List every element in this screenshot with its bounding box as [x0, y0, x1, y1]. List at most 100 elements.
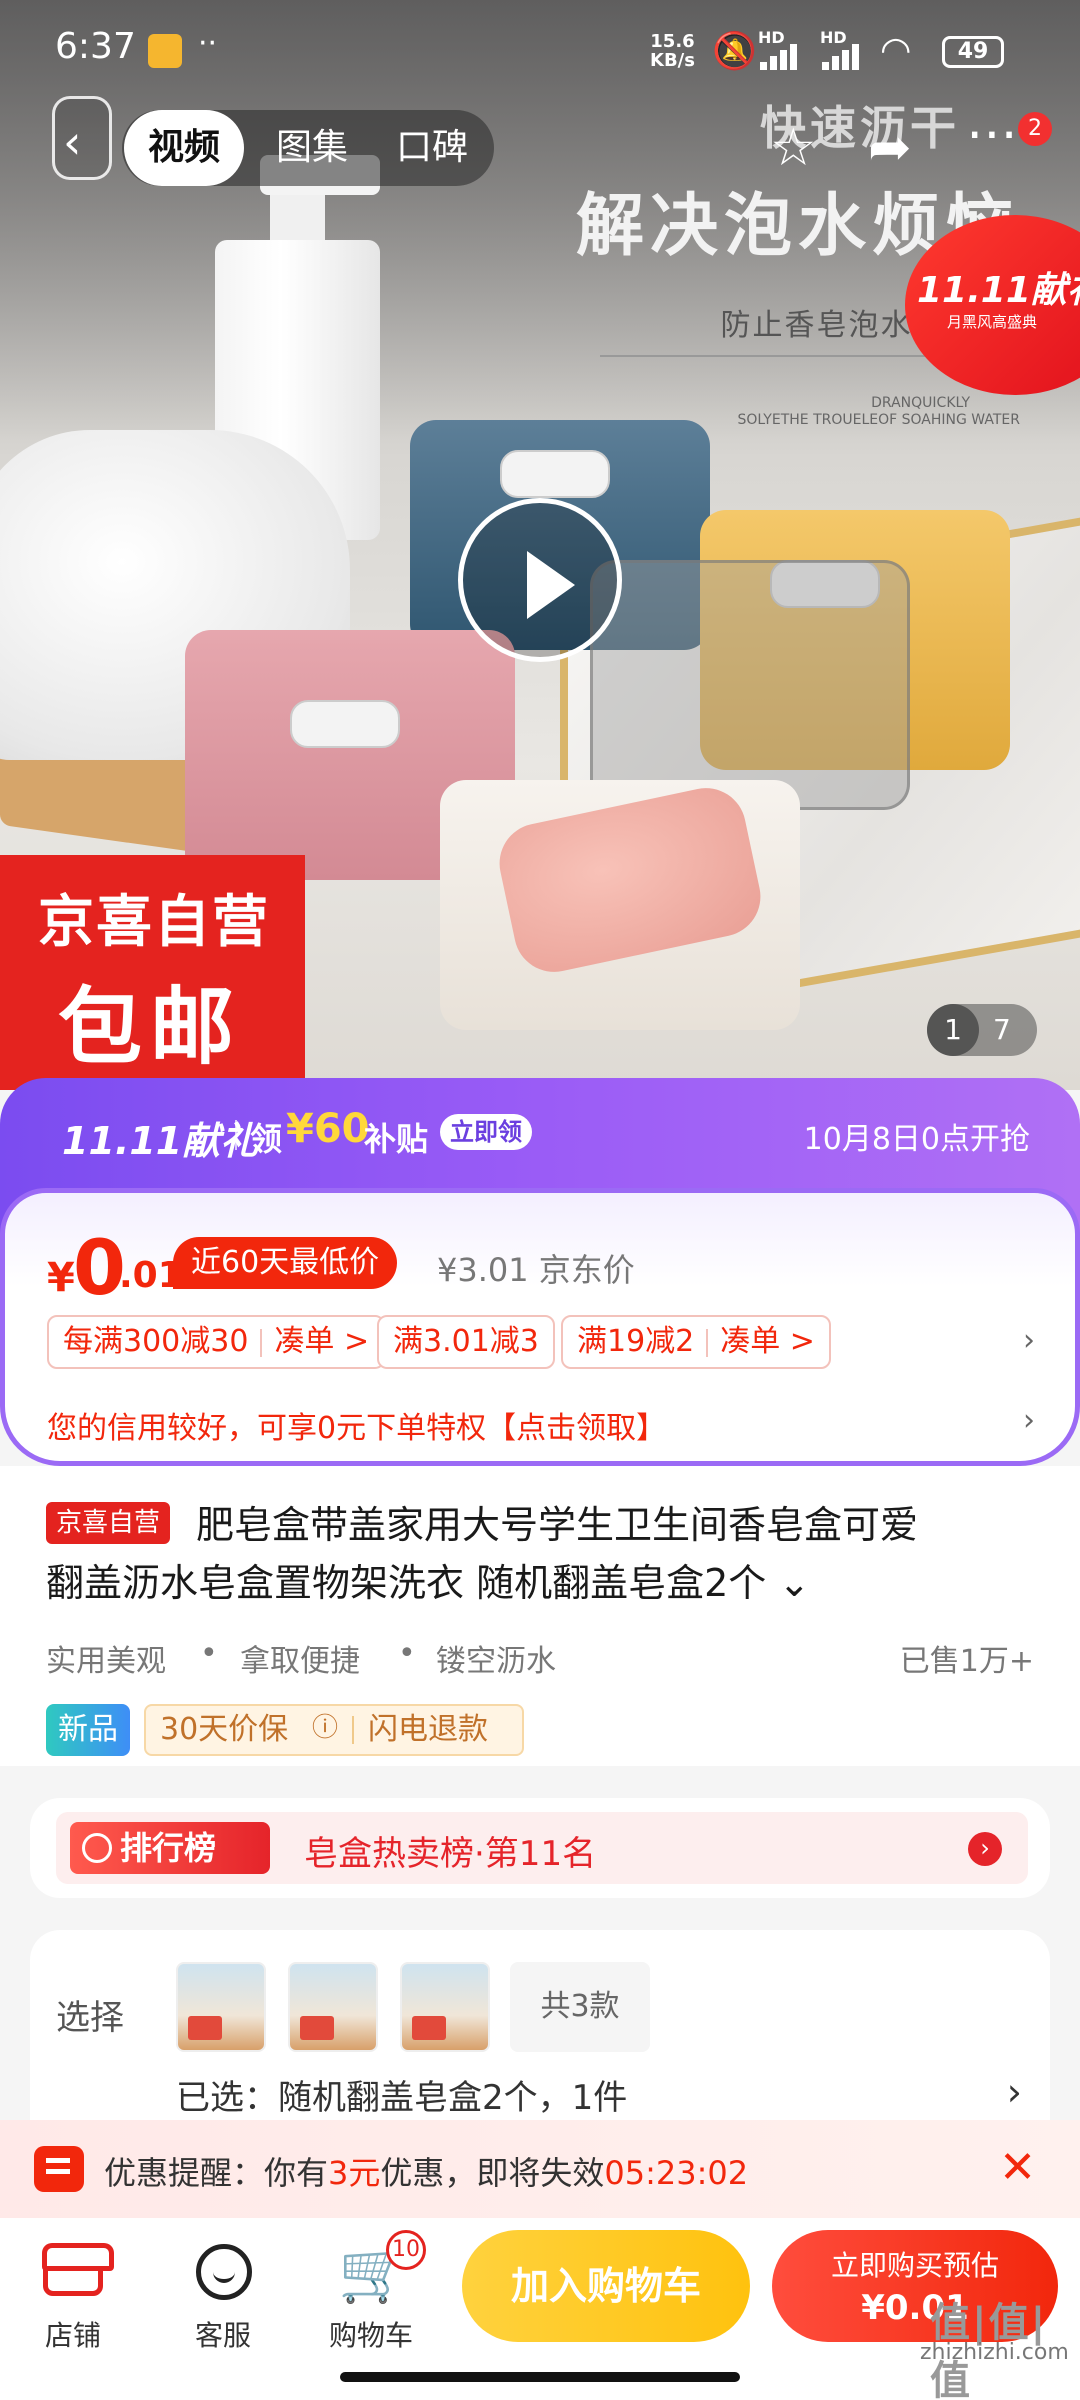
ranking-badge-label: 排行榜	[120, 1829, 217, 1867]
chevron-right-icon[interactable]: ›	[1007, 2070, 1022, 2114]
battery-indicator: 49	[942, 36, 1004, 68]
network-speed: 15.6 KB/s	[650, 32, 695, 70]
notification-app-icon	[148, 34, 182, 68]
product-title-line2[interactable]: 翻盖沥水皂盒置物架洗衣 随机翻盖皂盒2个 ⌄	[46, 1552, 810, 1607]
claim-subsidy-button[interactable]: 立即领	[440, 1114, 532, 1150]
promo-start-time: 10月8日0点开抢	[803, 1122, 1030, 1157]
selected-variant: 已选：随机翻盖皂盒2个，1件	[176, 2078, 628, 2118]
wifi-icon: ◠	[880, 30, 912, 71]
network-speed-value: 15.6	[650, 31, 695, 52]
store-label: 店铺	[44, 2319, 101, 2352]
close-icon[interactable]: ✕	[999, 2142, 1036, 2193]
image-counter: 1 7	[927, 1004, 1037, 1056]
home-indicator[interactable]	[340, 2372, 740, 2382]
feature-dot: •	[398, 1636, 416, 1671]
ranking-text: 皂盒热卖榜·第11名	[304, 1834, 597, 1874]
soap-box-label	[290, 700, 400, 748]
signal-strength-icon	[760, 44, 804, 70]
play-video-button[interactable]	[458, 498, 622, 662]
lowest-price-tag: 近60天最低价	[173, 1237, 398, 1289]
badge-line2: 包邮	[58, 978, 243, 1076]
tab-gallery[interactable]: 图集	[257, 110, 367, 186]
coupon-text: 每满300减30	[63, 1324, 249, 1359]
customer-service-label: 客服	[194, 2319, 251, 2352]
price-protection-label: 30天价保	[160, 1712, 289, 1747]
customer-service-button[interactable]: 客服	[168, 2234, 278, 2354]
jd-reference-price: ¥3.01 京东价	[437, 1251, 635, 1289]
service-guarantees[interactable]: 30天价保 ⓘ 闪电退款	[144, 1704, 524, 1756]
promo-lead: 领	[250, 1120, 283, 1158]
tab-video[interactable]: 视频	[124, 110, 244, 186]
sales-count: 已售1万+	[899, 1644, 1034, 1679]
customer-service-icon	[196, 2244, 252, 2300]
variant-total-count: 共3款	[510, 1962, 650, 2052]
add-to-cart-button[interactable]: 加入购物车	[462, 2230, 750, 2342]
ranking-badge: 排行榜	[70, 1822, 270, 1874]
more-notifications-icon: ··	[198, 26, 218, 61]
price-integer: 0	[73, 1223, 126, 1312]
image-index: 1	[927, 1004, 979, 1056]
promo-event-name: 11.11献礼	[62, 1119, 259, 1163]
coupon-chip[interactable]: 满19减2 凑单 >	[561, 1315, 831, 1369]
reminder-amount: 3元	[328, 2154, 381, 2192]
product-title-line1[interactable]: 肥皂盒带盖家用大号学生卫生间香皂盒可爱	[196, 1494, 918, 1549]
product-info: 京喜自营 肥皂盒带盖家用大号学生卫生间香皂盒可爱 翻盖沥水皂盒置物架洗衣 随机翻…	[0, 1466, 1080, 1766]
feature-label: 镂空沥水	[436, 1644, 556, 1679]
reminder-countdown: 05:23:02	[604, 2154, 749, 2192]
cart-label: 购物车	[328, 2319, 413, 2352]
info-icon[interactable]: ⓘ	[312, 1704, 338, 1752]
coupon-chip[interactable]: 每满300减30 凑单 >	[47, 1315, 386, 1369]
ranking-banner: 排行榜 皂盒热卖榜·第11名 ›	[56, 1812, 1028, 1884]
soap-box-label	[500, 450, 610, 498]
credit-more-chevron-icon[interactable]: ›	[1023, 1403, 1035, 1438]
message-count-badge: 2	[1018, 112, 1052, 146]
coupon-text: 满19减2	[577, 1324, 695, 1359]
coupon-icon	[34, 2146, 84, 2192]
trophy-icon	[82, 1833, 112, 1863]
feature-label: 拿取便捷	[240, 1644, 360, 1679]
feature-label: 实用美观	[46, 1644, 166, 1679]
credit-privilege-link[interactable]: 您的信用较好，可享0元下单特权【点击领取】	[47, 1403, 666, 1447]
tab-reviews[interactable]: 口碑	[377, 110, 487, 186]
store-tag: 京喜自营	[46, 1502, 171, 1544]
signal-strength-icon	[822, 44, 866, 70]
more-menu-icon[interactable]: ⋯	[966, 104, 1018, 164]
variant-thumbnail[interactable]	[400, 1962, 490, 2052]
buy-now-label: 立即购买预估	[830, 2249, 999, 2282]
image-total: 7	[993, 1013, 1011, 1046]
promo-subsidy-label: 补贴	[364, 1120, 429, 1158]
favorite-star-icon[interactable]: ☆	[770, 118, 817, 178]
variant-label: 选择	[56, 1998, 124, 2038]
guarantee-divider	[352, 1716, 354, 1744]
new-product-tag: 新品	[46, 1704, 130, 1756]
coupon-action: 凑单 >	[274, 1324, 370, 1359]
back-button[interactable]: ‹	[52, 96, 112, 180]
ranking-card[interactable]: 排行榜 皂盒热卖榜·第11名 ›	[30, 1798, 1050, 1898]
jingxi-free-shipping-badge: 京喜自营 包邮	[0, 855, 305, 1090]
discount-reminder-bar[interactable]: 优惠提醒：你有3元优惠，即将失效05:23:02 ✕	[0, 2120, 1080, 2218]
coupons-more-chevron-icon[interactable]: ›	[1023, 1323, 1035, 1358]
chevron-left-icon: ‹	[63, 115, 82, 169]
coupon-chip[interactable]: 满3.01减3	[377, 1315, 555, 1369]
fast-refund-label: 闪电退款	[368, 1712, 488, 1747]
store-icon	[42, 2243, 114, 2296]
store-button[interactable]: 店铺	[18, 2234, 128, 2354]
status-bar: 6:37 ·· 15.6 KB/s 🔕 HD HD ◠ 49	[0, 0, 1080, 100]
variant-selector[interactable]: 选择 共3款 已选：随机翻盖皂盒2个，1件 ›	[30, 1930, 1050, 2140]
cart-button[interactable]: 🛒 10 购物车	[316, 2230, 426, 2354]
event-badge-subtitle: 月黑风高盛典	[947, 313, 1038, 331]
coupon-action: 凑单 >	[720, 1324, 815, 1359]
clock: 6:37	[55, 26, 136, 67]
share-icon[interactable]: ➦	[868, 118, 912, 178]
hero-tiny-text: SOLYETHE TROUELEOF SOAHING WATER	[737, 412, 1020, 428]
badge-line1: 京喜自营	[38, 890, 270, 955]
variant-thumbnail[interactable]	[176, 1962, 266, 2052]
variant-thumbnail[interactable]	[288, 1962, 378, 2052]
cart-count-badge: 10	[386, 2230, 426, 2270]
media-tab-switcher: 视频 图集 口碑	[122, 110, 494, 186]
reminder-text: 优惠提醒：你有3元优惠，即将失效05:23:02	[104, 2154, 749, 2192]
hero-tiny-text: DRANQUICKLY	[871, 395, 970, 411]
event-badge-title: 11.11献礼	[917, 270, 1080, 311]
chevron-right-icon[interactable]: ›	[968, 1832, 1002, 1866]
soap-dispenser-neck	[270, 195, 325, 245]
